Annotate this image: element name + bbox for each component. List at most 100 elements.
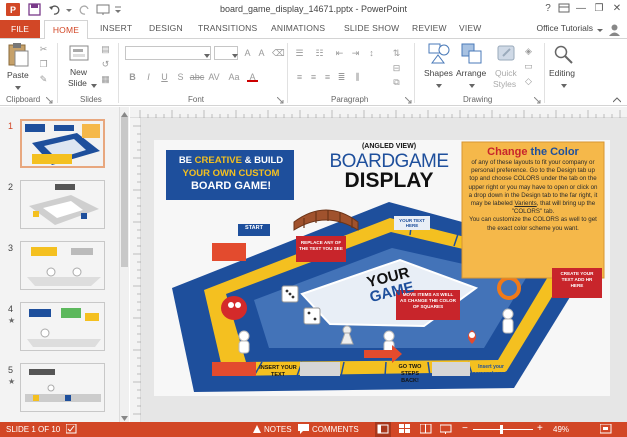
ribbon-display-options-icon[interactable] [556, 2, 572, 16]
character-spacing-button[interactable]: AV [207, 72, 221, 82]
shapes-dropdown-icon[interactable] [436, 81, 442, 91]
slide-thumbnail-1[interactable] [20, 119, 105, 168]
section-icon[interactable]: ▦ [100, 74, 111, 84]
paste-button-label[interactable]: Paste [7, 70, 29, 80]
tab-transitions[interactable]: TRANSITIONS [198, 23, 257, 33]
font-name-dropdown-icon[interactable] [204, 51, 210, 61]
increase-indent-icon[interactable]: ⇥ [350, 48, 361, 58]
spelling-check-icon[interactable] [65, 423, 78, 436]
new-slide-dropdown-icon[interactable] [91, 81, 97, 91]
quick-styles-icon[interactable] [495, 43, 517, 67]
close-button[interactable]: ✕ [609, 2, 625, 16]
shape-fill-icon[interactable]: ◈ [523, 46, 534, 56]
slide-banner[interactable]: BE CREATIVE & BUILD YOUR OWN CUSTOM BOAR… [170, 154, 292, 193]
decrease-indent-icon[interactable]: ⇤ [334, 48, 345, 58]
account-name[interactable]: Office Tutorials [536, 23, 593, 33]
editing-icon[interactable] [553, 44, 575, 66]
thumbnail-scrollbar[interactable] [119, 107, 129, 422]
your-text-here-square[interactable]: YOUR TEXT HERE [394, 218, 430, 228]
copy-icon[interactable]: ❐ [38, 59, 49, 69]
move-items-label[interactable]: MOVE ITEMS AS WELL AS CHANGE THE COLOR O… [399, 292, 457, 310]
align-left-icon[interactable]: ≡ [294, 72, 305, 82]
slide-thumbnail-5[interactable] [20, 363, 105, 412]
shapes-button-label[interactable]: Shapes [424, 68, 453, 78]
go-two-steps-square[interactable]: GO TWO STEPS BACK! [392, 364, 428, 385]
slide-sorter-icon[interactable] [399, 424, 411, 436]
tab-file[interactable]: FILE [0, 20, 40, 38]
zoom-slider[interactable] [473, 429, 533, 430]
new-slide-icon[interactable] [68, 43, 90, 67]
tab-view[interactable]: VIEW [459, 23, 482, 33]
slide-thumbnail-4[interactable] [20, 302, 105, 351]
zoom-in-icon[interactable]: + [537, 423, 543, 434]
clear-formatting-icon[interactable]: ⌫ [272, 48, 285, 58]
new-slide-label-1[interactable]: New [70, 67, 87, 77]
scroll-thumb[interactable] [121, 117, 128, 267]
arrange-dropdown-icon[interactable] [469, 81, 475, 91]
clipboard-launcher-icon[interactable] [45, 96, 53, 106]
zoom-slider-thumb[interactable] [500, 425, 503, 434]
insert-text-square[interactable]: INSERT YOUR TEXT [258, 365, 298, 379]
reading-view-icon[interactable] [419, 423, 432, 436]
zoom-level[interactable]: 49% [553, 425, 569, 434]
tab-insert[interactable]: INSERT [100, 23, 132, 33]
new-slide-label-2[interactable]: Slide [68, 78, 87, 88]
paste-dropdown-icon[interactable] [15, 83, 21, 93]
font-name-field[interactable] [125, 46, 211, 60]
shrink-font-icon[interactable]: A [256, 48, 267, 58]
reset-icon[interactable]: ↺ [100, 59, 111, 69]
create-text-label[interactable]: CREATE YOUR TEXT ADD HR HERE [555, 271, 599, 289]
grow-font-icon[interactable]: A [242, 48, 253, 58]
slide-thumbnail-3[interactable] [20, 241, 105, 290]
paragraph-launcher-icon[interactable] [404, 96, 412, 106]
shape-effects-icon[interactable]: ◇ [523, 76, 534, 86]
align-center-icon[interactable]: ≡ [308, 72, 319, 82]
zoom-out-icon[interactable]: − [462, 423, 468, 434]
font-size-dropdown-icon[interactable] [232, 51, 238, 61]
collapse-ribbon-icon[interactable] [612, 95, 622, 105]
account-dropdown-icon[interactable] [597, 26, 603, 36]
bold-button[interactable]: B [127, 72, 138, 82]
cut-icon[interactable]: ✂ [38, 44, 49, 54]
restore-button[interactable]: ❐ [591, 2, 607, 16]
replace-text-label[interactable]: REPLACE ANY OF THE TEXT YOU SEE [298, 240, 344, 252]
format-painter-icon[interactable]: ✎ [38, 74, 49, 84]
smartart-icon[interactable]: ⧉ [391, 77, 402, 87]
quick-styles-label-1[interactable]: Quick [495, 68, 517, 78]
slideshow-icon[interactable] [439, 424, 452, 436]
quick-styles-label-2[interactable]: Styles [493, 79, 516, 89]
font-color-button[interactable]: A [247, 72, 258, 82]
columns-icon[interactable]: ⫼ [352, 72, 363, 82]
align-right-icon[interactable]: ≡ [322, 72, 333, 82]
tab-animations[interactable]: ANIMATIONS [271, 23, 325, 33]
arrange-icon[interactable] [461, 43, 483, 67]
normal-view-button[interactable] [375, 422, 391, 437]
italic-button[interactable]: I [143, 72, 154, 82]
paste-icon[interactable] [7, 42, 29, 70]
start-square[interactable]: START [240, 225, 268, 231]
insert-personal-square[interactable]: Insert your personal words [472, 364, 510, 377]
angled-view-label[interactable]: (ANGLED VIEW) [319, 143, 459, 150]
slide-canvas[interactable]: BE CREATIVE & BUILD YOUR OWN CUSTOM BOAR… [154, 140, 610, 396]
text-shadow-button[interactable]: S [175, 72, 186, 82]
underline-button[interactable]: U [159, 72, 170, 82]
editing-button-label[interactable]: Editing [549, 68, 575, 78]
change-color-note[interactable]: Change the Color of any of these layouts… [466, 145, 600, 233]
change-case-button[interactable]: Aa [227, 72, 241, 82]
align-text-icon[interactable]: ⊟ [391, 63, 402, 73]
notes-icon[interactable] [252, 424, 262, 436]
help-button[interactable]: ? [540, 2, 556, 16]
comments-button[interactable]: COMMENTS [312, 425, 359, 434]
editing-dropdown-icon[interactable] [561, 81, 567, 91]
shape-outline-icon[interactable]: ▭ [523, 61, 534, 71]
minimize-button[interactable]: — [573, 2, 589, 16]
notes-button[interactable]: NOTES [264, 425, 292, 434]
drawing-launcher-icon[interactable] [533, 96, 541, 106]
fit-slide-icon[interactable] [599, 423, 612, 436]
strikethrough-button[interactable]: abc [189, 72, 205, 82]
tab-home[interactable]: HOME [44, 20, 88, 39]
tab-slide-show[interactable]: SLIDE SHOW [344, 23, 399, 33]
shapes-icon[interactable] [428, 43, 452, 67]
numbering-icon[interactable]: ☷ [314, 48, 325, 58]
user-avatar-icon[interactable] [608, 23, 621, 38]
